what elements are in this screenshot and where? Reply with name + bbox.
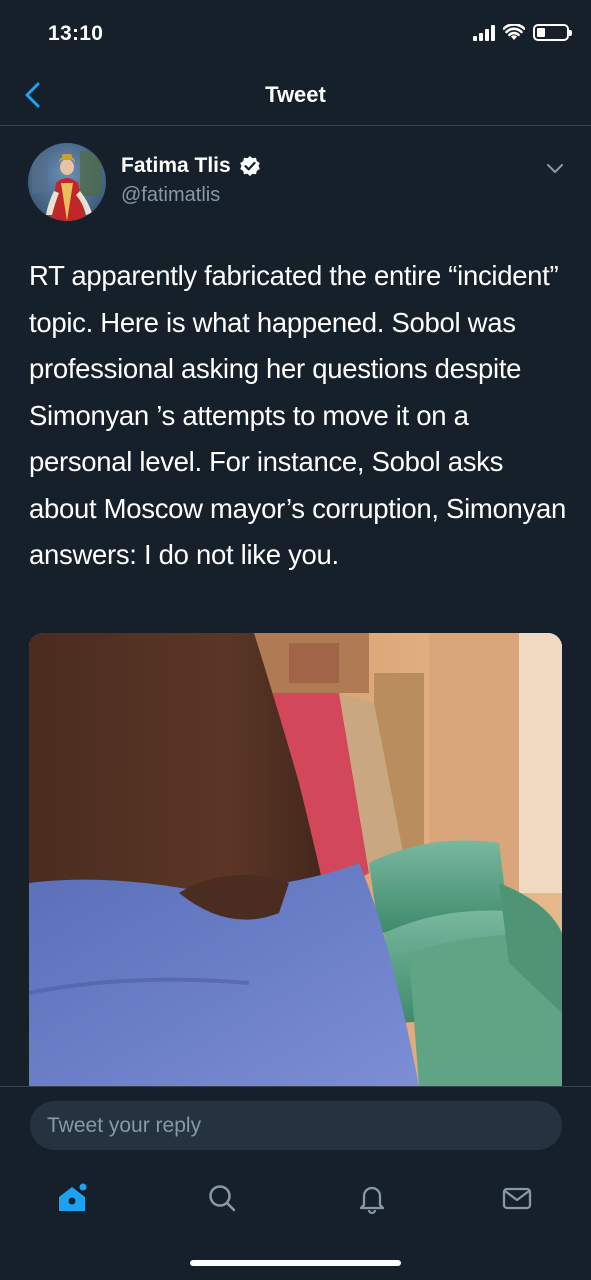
home-icon (59, 1183, 87, 1211)
cellular-signal-icon (473, 24, 495, 41)
tab-home[interactable] (52, 1178, 92, 1218)
reply-area (0, 1086, 591, 1166)
author-name-row[interactable]: Fatima Tlis (121, 154, 261, 178)
verified-badge-icon (239, 156, 260, 176)
home-indicator[interactable] (190, 1260, 401, 1266)
tab-notifications[interactable] (352, 1178, 392, 1218)
status-icons (473, 24, 572, 41)
reply-input[interactable] (30, 1101, 562, 1150)
status-time: 13:10 (48, 22, 104, 45)
mail-icon (502, 1187, 532, 1210)
battery-icon (533, 24, 572, 41)
author-handle[interactable]: @fatimatlis (121, 184, 220, 207)
tab-search[interactable] (202, 1178, 242, 1218)
tab-bar (0, 1166, 591, 1230)
tweet-video[interactable] (29, 633, 562, 1086)
nav-bar: Tweet (0, 64, 591, 126)
search-icon (209, 1185, 236, 1212)
status-bar: 13:10 (0, 0, 591, 64)
chevron-down-icon[interactable] (545, 162, 565, 176)
page-title: Tweet (265, 82, 326, 107)
tweet-header: Fatima Tlis @fatimatlis (0, 140, 591, 230)
tweet-text: RT apparently fabricated the entire “inc… (29, 260, 574, 570)
author-name[interactable]: Fatima Tlis (121, 154, 231, 178)
wifi-icon (503, 24, 525, 40)
bell-icon (359, 1186, 385, 1215)
avatar[interactable] (28, 143, 106, 221)
tab-messages[interactable] (497, 1178, 537, 1218)
